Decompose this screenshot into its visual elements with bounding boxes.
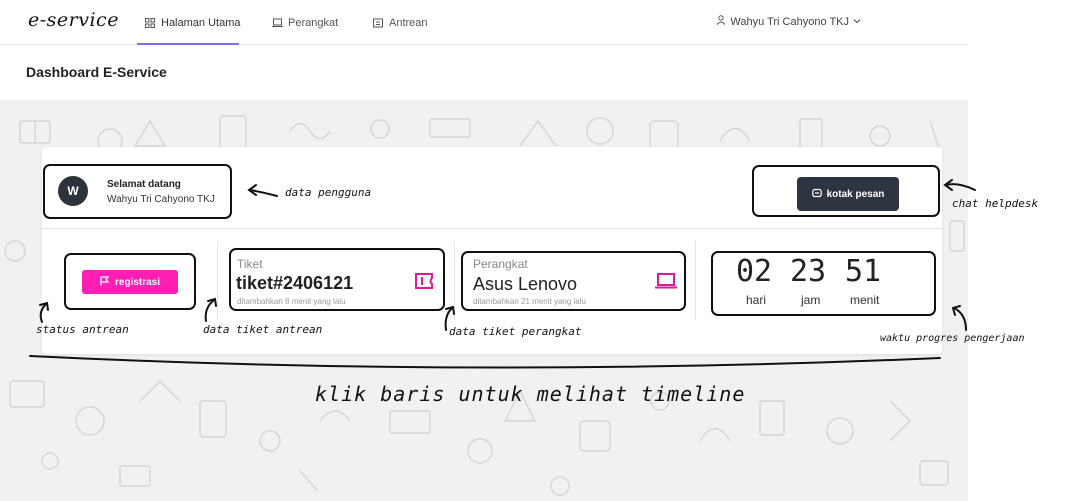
timer-days-label: hari [746,293,767,307]
device-timestamp: ditambahkan 21 menit yang lalu [473,297,586,306]
ticket-number: tiket#2406121 [236,273,354,293]
kotak-pesan-button[interactable]: kotak pesan [797,177,899,211]
brand-logo[interactable]: e-service [28,9,119,31]
user-menu[interactable]: Wahyu Tri Cahyono TKJ [716,15,861,28]
nav-item-halaman-utama[interactable]: Halaman Utama [145,16,240,30]
device-label: Perangkat [473,257,528,271]
column-divider [454,241,455,320]
annotation-progress: waktu progres pengerjaan [880,333,1025,344]
chevron-down-icon [853,16,861,28]
user-icon [716,15,726,28]
laptop-icon [655,273,677,294]
nav-label: Antrean [389,17,428,29]
laptop-icon [272,18,283,28]
queue-icon [373,18,383,28]
timer-minutes: 51 [845,254,882,289]
annotation-device-data: data tiket perangkat [449,325,582,338]
card-divider [42,228,942,229]
flag-icon [100,275,110,289]
annotation-user-data: data pengguna [285,186,372,199]
ticket-icon [415,273,433,294]
user-full-name: Wahyu Tri Cahyono TKJ [107,194,215,205]
timer-days: 02 [736,254,773,289]
avatar[interactable]: W [58,176,88,206]
annotation-timeline: klik baris untuk melihat timeline [315,382,746,406]
ticket-label: Tiket [237,257,263,271]
column-divider [217,241,218,320]
chat-icon [811,188,822,201]
timer-hours-label: jam [801,293,821,307]
nav-item-antrean[interactable]: Antrean [373,16,428,30]
nav-label: Perangkat [288,17,339,29]
registrasi-label: registrasi [114,276,161,288]
timer-minutes-label: menit [850,293,880,307]
greeting-title: Selamat datang [107,179,181,190]
nav-item-perangkat[interactable]: Perangkat [272,16,338,30]
page: e-service Halaman Utama Perangkat Antrea… [0,0,1067,501]
annotation-queue-status: status antrean [36,323,129,336]
user-name: Wahyu Tri Cahyono TKJ [730,15,849,28]
timer-hours: 23 [790,254,827,289]
annotation-ticket-data: data tiket antrean [203,323,323,336]
device-name: Asus Lenovo [473,274,578,294]
annotation-chat: chat helpdesk [952,197,1039,210]
column-divider [695,241,696,320]
page-title: Dashboard E-Service [26,64,167,80]
registrasi-button[interactable]: registrasi [82,270,178,294]
ticket-timestamp: ditambahkan 8 menit yang lalu [237,297,346,306]
grid-icon [145,18,155,28]
kotak-pesan-label: kotak pesan [826,188,885,200]
nav-label: Halaman Utama [161,17,241,29]
top-navbar: e-service Halaman Utama Perangkat Antrea… [0,0,968,45]
